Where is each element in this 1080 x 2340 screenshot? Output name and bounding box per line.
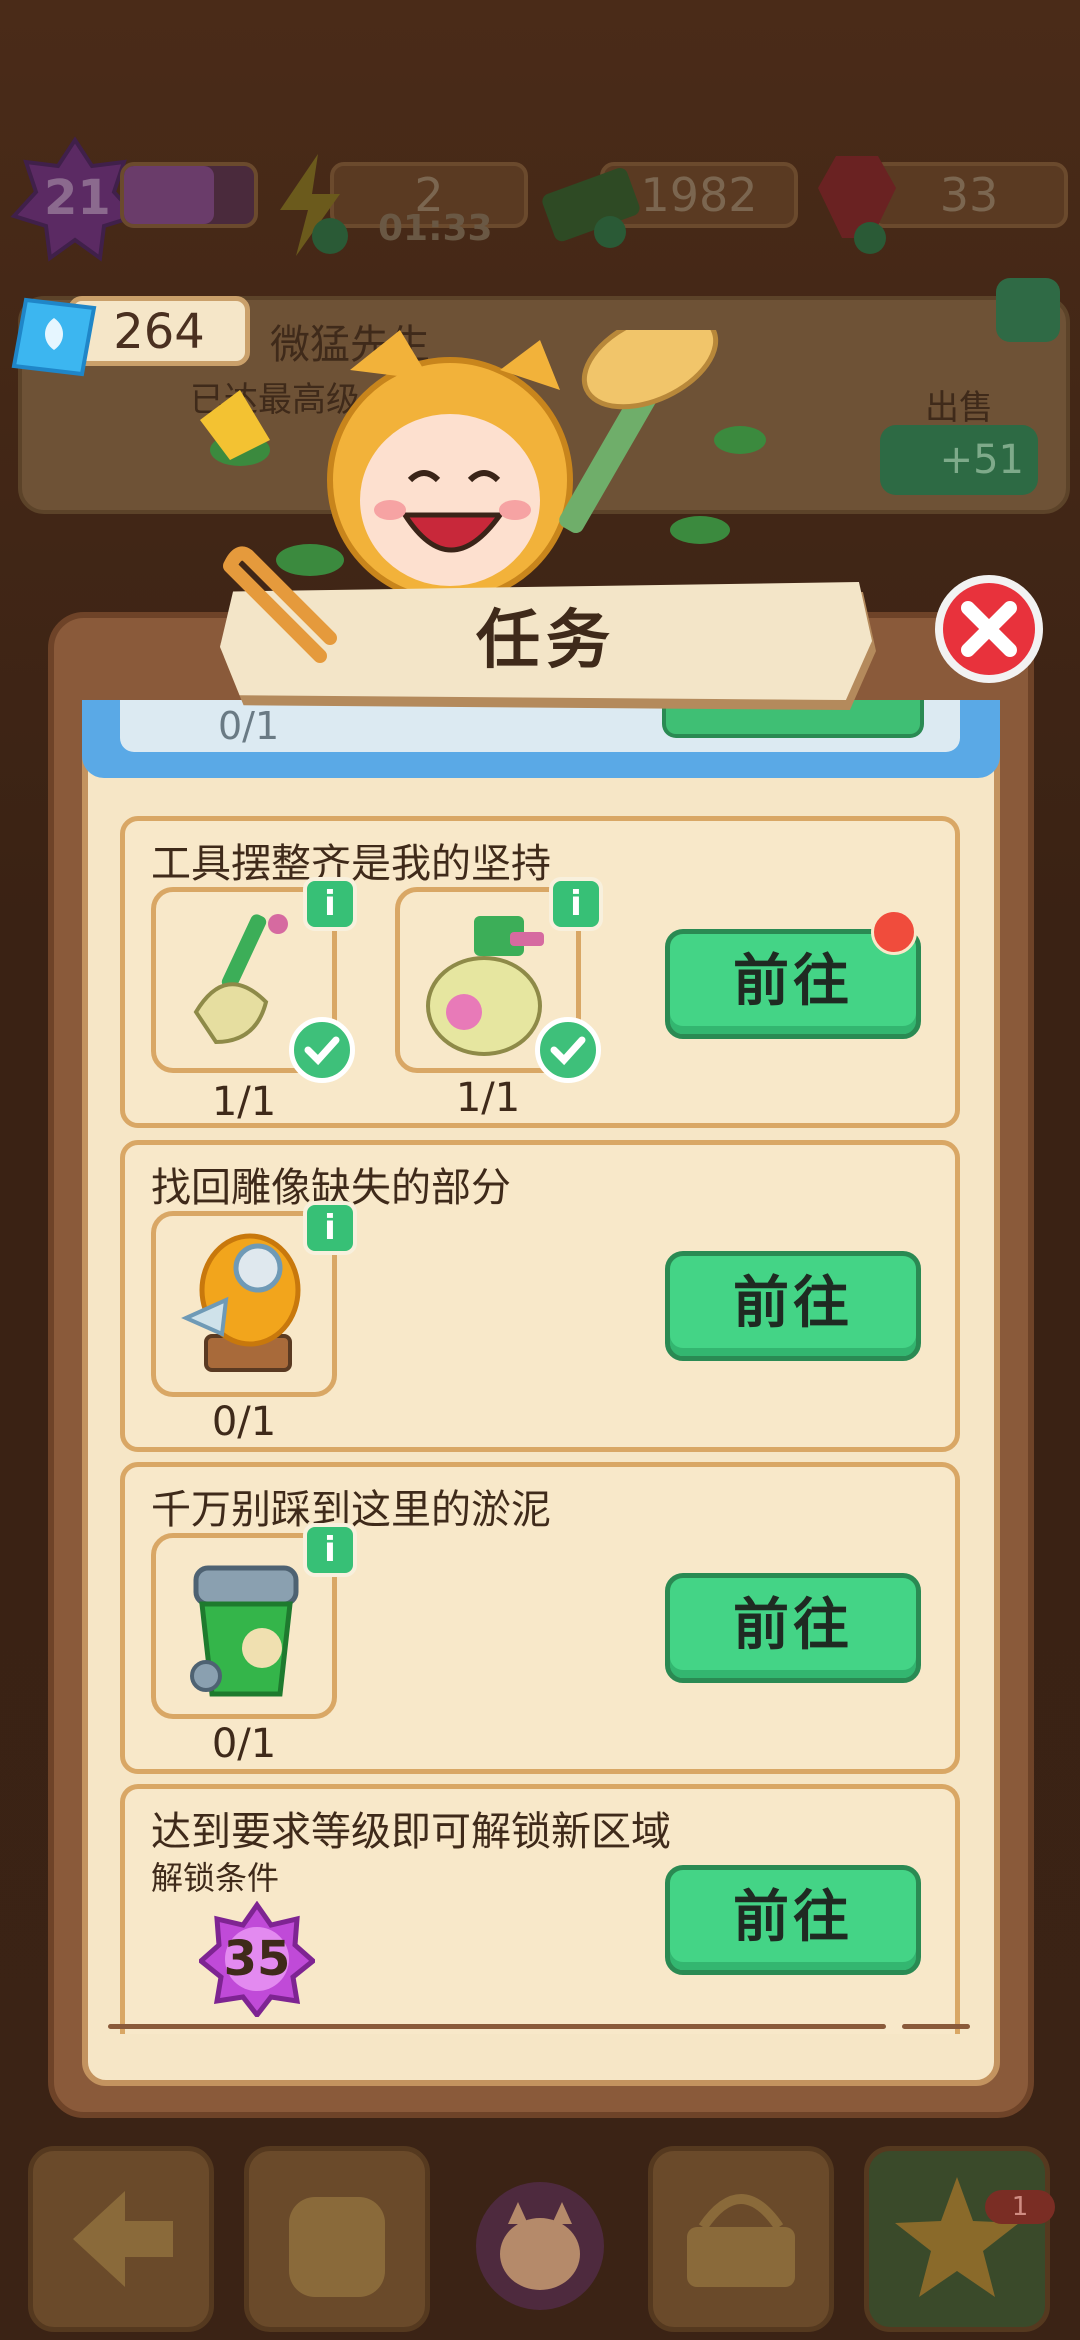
lightning-icon	[280, 154, 348, 256]
ruby-icon	[818, 156, 896, 254]
task-card-3: 千万别踩到这里的淤泥 i 0/1 前往	[120, 1462, 960, 1774]
task-item-count: 0/1	[211, 1399, 277, 1445]
info-icon[interactable]: i	[303, 1523, 357, 1577]
unlock-condition-label: 解锁条件	[151, 1859, 280, 1897]
level-value: 21	[44, 170, 111, 226]
task-item-count: 0/1	[211, 1721, 277, 1767]
tasks-badge: 1	[985, 2190, 1055, 2224]
info-icon[interactable]: i	[549, 877, 603, 931]
shop-button[interactable]	[648, 2146, 834, 2332]
backpack-icon	[289, 2197, 385, 2297]
task-item-count: 1/1	[211, 1079, 277, 1125]
go-button[interactable]: 前往	[665, 1251, 921, 1361]
task-card-4: 达到要求等级即可解锁新区域 解锁条件 35 前往	[120, 1784, 960, 2034]
list-scroll-edge	[108, 2024, 886, 2029]
dialog-title: 任务	[476, 604, 616, 678]
task-item-count: 1/1	[455, 1075, 521, 1121]
tasks-button[interactable]	[864, 2146, 1050, 2332]
green-trash-bin-icon	[190, 1565, 299, 1697]
sell-button[interactable]: +51	[880, 425, 1038, 495]
close-button[interactable]	[930, 570, 1048, 688]
sell-label: 出售	[925, 388, 993, 428]
task-card-2: 找回雕像缺失的部分 i 0/1 前往	[120, 1140, 960, 1452]
lucky-cat-icon[interactable]	[470, 2176, 610, 2316]
list-scroll-edge	[902, 2024, 970, 2029]
energy-timer: 01:33	[378, 208, 493, 249]
ticket-icon	[11, 297, 97, 377]
task-title: 达到要求等级即可解锁新区域	[151, 1809, 671, 1855]
notification-dot	[871, 909, 917, 955]
cash-stack-icon	[542, 168, 640, 248]
info-icon[interactable]: i	[303, 1201, 357, 1255]
required-level-badge: 35	[199, 1901, 315, 2017]
checkmark-icon	[289, 1017, 355, 1083]
back-arrow-icon	[73, 2191, 173, 2287]
go-button[interactable]: 前往	[665, 1573, 921, 1683]
partial-task-count: 0/1	[218, 704, 280, 748]
info-icon[interactable]	[996, 278, 1060, 342]
xp-bar	[120, 162, 258, 228]
task-card-1: 工具摆整齐是我的坚持 i 1/1 i 1/1 前往	[120, 816, 960, 1128]
required-level-value: 35	[223, 1931, 291, 1987]
go-button[interactable]: 前往	[665, 1865, 921, 1975]
star-icon	[895, 2177, 1019, 2297]
info-icon[interactable]: i	[303, 877, 357, 931]
checkmark-icon	[535, 1017, 601, 1083]
golden-statue-icon	[181, 1233, 301, 1372]
back-button[interactable]	[28, 2146, 214, 2332]
basket-icon	[687, 2194, 795, 2287]
backpack-button[interactable]	[244, 2146, 430, 2332]
